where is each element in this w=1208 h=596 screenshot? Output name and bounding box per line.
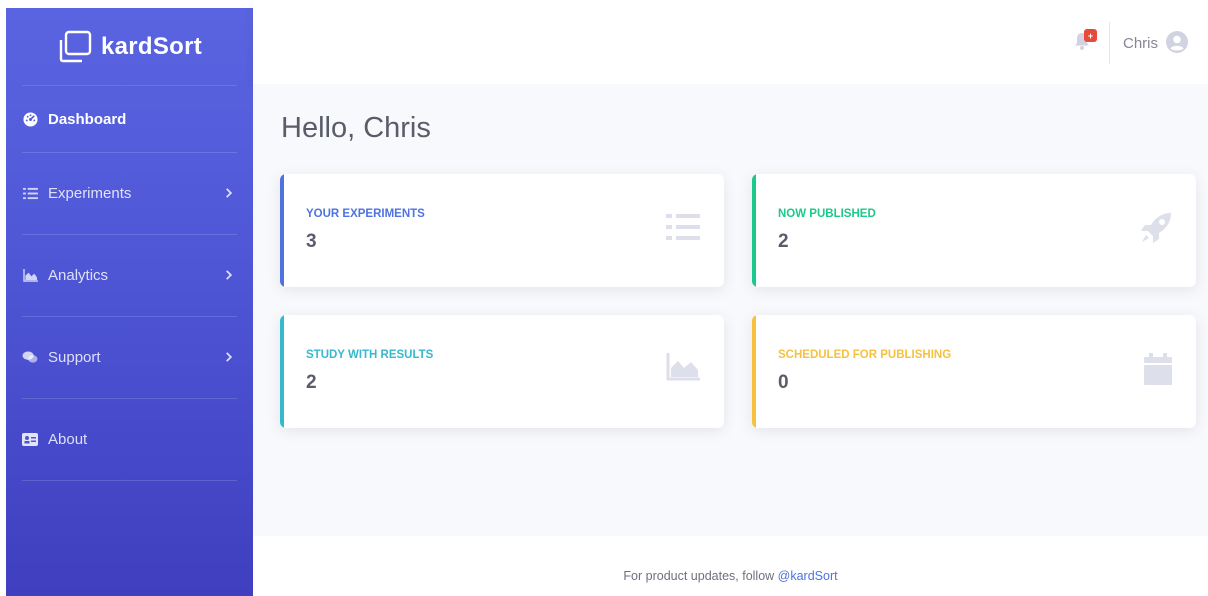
chevron-right-icon [225, 349, 233, 366]
sidebar-item-label: Support [48, 349, 101, 366]
topbar-divider [1109, 22, 1110, 64]
cards-logo-icon [59, 30, 92, 62]
sidebar-item-label: Dashboard [48, 110, 127, 128]
card-value: 0 [778, 372, 789, 393]
card-value: 2 [306, 372, 317, 393]
list-icon [22, 186, 38, 202]
card-label: YOUR EXPERIMENTS [306, 208, 425, 220]
footer-label: For product updates, follow [623, 569, 778, 583]
card-accent [280, 174, 284, 287]
sidebar-item-label: Analytics [48, 267, 109, 284]
card-accent [752, 315, 756, 428]
card-value: 3 [306, 231, 317, 252]
sidebar-item-dashboard[interactable]: Dashboard [22, 86, 237, 153]
sidebar-item-analytics[interactable]: Analytics [22, 235, 237, 317]
sidebar-item-label: About [48, 431, 88, 448]
area-chart-icon [22, 268, 38, 284]
topbar: + Chris [253, 0, 1208, 84]
calendar-icon [1144, 353, 1172, 390]
list-icon [666, 212, 700, 247]
rocket-icon [1140, 212, 1172, 249]
page-title: Hello, Chris [281, 112, 431, 144]
notification-badge: + [1084, 29, 1097, 42]
card-your-experiments[interactable]: YOUR EXPERIMENTS 3 [280, 174, 724, 287]
comments-icon [22, 350, 38, 366]
brand-logo[interactable]: kardSort [22, 8, 237, 86]
user-name[interactable]: Chris [1123, 35, 1158, 52]
user-avatar[interactable] [1166, 31, 1188, 58]
notifications-button[interactable]: + [1074, 29, 1097, 55]
brand-name: kardSort [100, 32, 203, 60]
sidebar: kardSort Dashboard Experiments Analytics… [6, 8, 253, 596]
card-value: 2 [778, 231, 789, 252]
card-label: SCHEDULED FOR PUBLISHING [778, 349, 952, 361]
footer: For product updates, follow @kardSort [253, 536, 1208, 596]
user-circle-icon [1166, 31, 1188, 53]
area-chart-icon [666, 353, 700, 386]
sidebar-item-experiments[interactable]: Experiments [22, 153, 237, 235]
main-content: Hello, Chris YOUR EXPERIMENTS 3 NOW PUBL… [253, 84, 1208, 536]
card-label: STUDY WITH RESULTS [306, 349, 434, 361]
card-label: NOW PUBLISHED [778, 208, 876, 220]
sidebar-item-support[interactable]: Support [22, 317, 237, 399]
sidebar-item-about[interactable]: About [22, 399, 237, 481]
chevron-right-icon [225, 185, 233, 202]
id-card-icon [22, 432, 38, 448]
card-accent [752, 174, 756, 287]
footer-text: For product updates, follow @kardSort [253, 569, 1208, 583]
chevron-right-icon [225, 267, 233, 284]
sidebar-item-label: Experiments [48, 185, 132, 202]
tachometer-icon [22, 111, 38, 127]
card-scheduled-for-publishing[interactable]: SCHEDULED FOR PUBLISHING 0 [752, 315, 1196, 428]
footer-twitter-link[interactable]: @kardSort [778, 569, 838, 583]
card-accent [280, 315, 284, 428]
card-now-published[interactable]: NOW PUBLISHED 2 [752, 174, 1196, 287]
card-study-with-results[interactable]: STUDY WITH RESULTS 2 [280, 315, 724, 428]
